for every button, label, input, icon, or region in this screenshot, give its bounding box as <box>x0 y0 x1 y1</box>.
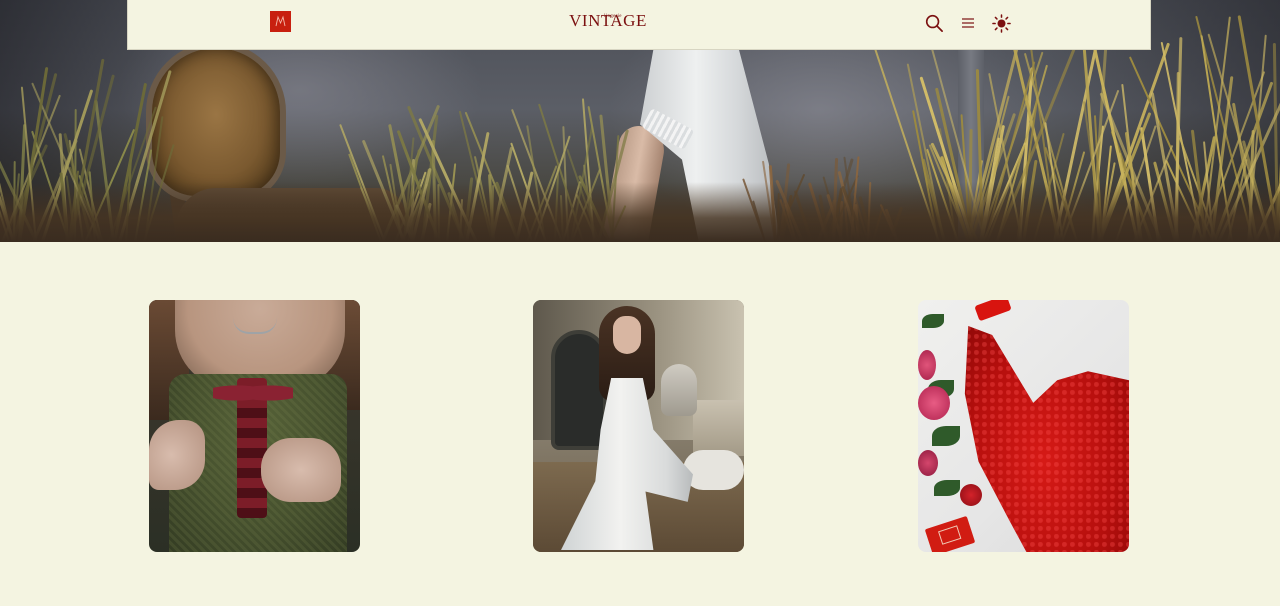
card-image-part <box>922 314 944 328</box>
gallery-card-red-lace[interactable] <box>918 300 1129 552</box>
card-image-part <box>261 438 341 502</box>
menu-button[interactable] <box>957 12 979 34</box>
card-image-part <box>932 426 960 446</box>
theme-toggle-button[interactable] <box>990 12 1012 34</box>
card-image-part <box>924 515 976 552</box>
card-image-part <box>918 300 982 520</box>
card-image-part <box>149 420 205 490</box>
sun-icon <box>991 13 1011 33</box>
card-image-part <box>974 300 1012 322</box>
card-image-part <box>938 525 962 545</box>
page: VINTAGE lingerie <box>0 0 1280 606</box>
site-header: VINTAGE lingerie <box>127 0 1151 50</box>
hero-chair-back <box>146 42 286 202</box>
card-image-part <box>613 316 641 354</box>
gallery-card-corset[interactable] <box>149 300 360 552</box>
card-image-part <box>934 480 960 496</box>
search-icon <box>925 14 943 32</box>
card-image-part <box>661 364 697 416</box>
card-image-part <box>960 484 982 506</box>
brand-subtitle: lingerie <box>604 14 622 19</box>
card-image-part <box>693 400 744 456</box>
card-image-part <box>213 380 293 406</box>
brand-monogram-icon <box>275 15 286 27</box>
card-image-part <box>918 386 950 420</box>
hamburger-menu-icon <box>962 18 974 28</box>
card-image-part <box>918 350 936 380</box>
card-image-part <box>683 450 744 490</box>
hero-floor <box>0 182 1280 242</box>
card-image-part <box>964 326 1129 552</box>
search-button[interactable] <box>923 12 945 34</box>
gallery-card-white-gown[interactable] <box>533 300 744 552</box>
brand-logo-link[interactable] <box>270 11 291 32</box>
card-image-part <box>918 450 938 476</box>
